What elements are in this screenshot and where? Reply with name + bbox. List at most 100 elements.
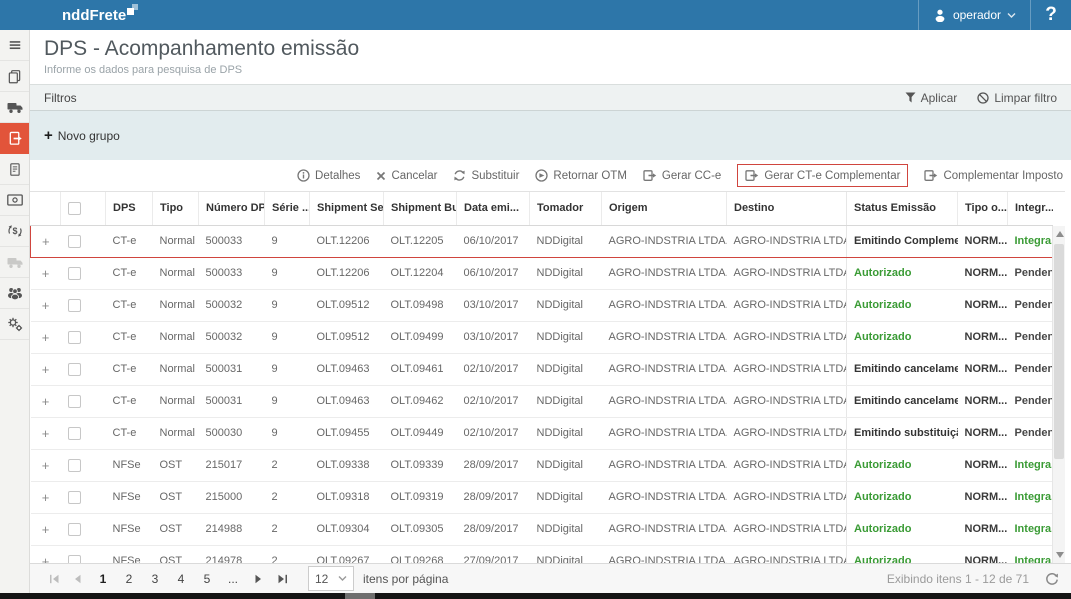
- cell-integr: Penden...: [1008, 417, 1053, 449]
- col-origem[interactable]: Origem: [602, 192, 727, 225]
- cell-integr: Penden...: [1008, 257, 1053, 289]
- col-destino[interactable]: Destino: [727, 192, 847, 225]
- first-page-button[interactable]: [42, 574, 66, 584]
- page-number-2[interactable]: 2: [116, 572, 142, 586]
- sidebar-item-documents[interactable]: [0, 61, 29, 92]
- row-checkbox[interactable]: [68, 555, 81, 564]
- cell-numero: 500033: [199, 225, 265, 257]
- page-number-1[interactable]: 1: [90, 572, 116, 586]
- col-numero-dps[interactable]: Número DPS: [199, 192, 265, 225]
- table-row[interactable]: +CT-eNormal5000329OLT.09512OLT.0949803/1…: [31, 289, 1053, 321]
- row-checkbox[interactable]: [68, 299, 81, 312]
- table-row[interactable]: +CT-eNormal5000339OLT.12206OLT.1220406/1…: [31, 257, 1053, 289]
- col-status-emissao[interactable]: Status Emissão: [847, 192, 958, 225]
- cell-destino: AGRO-INDSTRIA LTDA.: [727, 385, 847, 417]
- col-tipo-o[interactable]: Tipo o...: [958, 192, 1008, 225]
- substitute-button[interactable]: Substituir: [453, 169, 519, 182]
- row-checkbox[interactable]: [68, 523, 81, 536]
- expand-row-button[interactable]: +: [31, 353, 61, 385]
- expand-row-button[interactable]: +: [31, 257, 61, 289]
- page-ellipsis[interactable]: ...: [220, 572, 246, 586]
- sidebar-item-billing[interactable]: [0, 185, 29, 216]
- page-number-4[interactable]: 4: [168, 572, 194, 586]
- sidebar-item-fleet[interactable]: [0, 247, 29, 278]
- cell-tipo_o: NORM...: [958, 545, 1008, 563]
- expand-row-button[interactable]: +: [31, 513, 61, 545]
- complementar-imposto-button[interactable]: Complementar Imposto: [924, 169, 1063, 182]
- col-integr[interactable]: Integr...: [1008, 192, 1053, 225]
- row-checkbox[interactable]: [68, 235, 81, 248]
- page-number-5[interactable]: 5: [194, 572, 220, 586]
- help-button[interactable]: ?: [1031, 0, 1071, 30]
- cell-origem: AGRO-INDSTRIA LTDA.: [602, 449, 727, 481]
- col-tomador[interactable]: Tomador: [530, 192, 602, 225]
- new-group-button[interactable]: + Novo grupo: [44, 128, 120, 143]
- cell-serie: 9: [265, 321, 310, 353]
- sidebar-item-settings[interactable]: [0, 309, 29, 340]
- expand-row-button[interactable]: +: [31, 449, 61, 481]
- col-tipo[interactable]: Tipo: [153, 192, 199, 225]
- row-checkbox[interactable]: [68, 267, 81, 280]
- table-row[interactable]: +CT-eNormal5000339OLT.12206OLT.1220506/1…: [31, 225, 1053, 257]
- row-checkbox[interactable]: [68, 395, 81, 408]
- col-checkbox: [61, 192, 106, 225]
- table-row[interactable]: +CT-eNormal5000319OLT.09463OLT.0946102/1…: [31, 353, 1053, 385]
- sidebar-item-menu[interactable]: [0, 30, 29, 61]
- generate-cte-complementar-button[interactable]: Gerar CT-e Complementar: [737, 164, 908, 187]
- col-dps[interactable]: DPS: [106, 192, 153, 225]
- refresh-button[interactable]: [1045, 572, 1059, 586]
- vertical-scrollbar[interactable]: [1052, 226, 1065, 563]
- row-checkbox[interactable]: [68, 491, 81, 504]
- cell-buy: OLT.12205: [384, 225, 457, 257]
- row-checkbox[interactable]: [68, 363, 81, 376]
- page-number-3[interactable]: 3: [142, 572, 168, 586]
- col-data-emissao[interactable]: Data emi...: [457, 192, 530, 225]
- apply-filter-button[interactable]: Aplicar: [905, 91, 958, 105]
- row-checkbox[interactable]: [68, 331, 81, 344]
- sidebar-item-truck[interactable]: [0, 92, 29, 123]
- col-serie[interactable]: Série ...: [265, 192, 310, 225]
- table-row[interactable]: +NFSeOST2149882OLT.09304OLT.0930528/09/2…: [31, 513, 1053, 545]
- swap-arrows-icon: [453, 169, 466, 182]
- cell-sell: OLT.09463: [310, 353, 384, 385]
- expand-row-button[interactable]: +: [31, 385, 61, 417]
- sidebar-item-users[interactable]: [0, 278, 29, 309]
- select-all-checkbox[interactable]: [68, 202, 81, 215]
- row-checkbox[interactable]: [68, 427, 81, 440]
- row-checkbox[interactable]: [68, 459, 81, 472]
- expand-row-button[interactable]: +: [31, 225, 61, 257]
- user-menu[interactable]: operador: [918, 0, 1031, 30]
- table-row[interactable]: +CT-eNormal5000329OLT.09512OLT.0949903/1…: [31, 321, 1053, 353]
- table-row[interactable]: +CT-eNormal5000319OLT.09463OLT.0946202/1…: [31, 385, 1053, 417]
- cell-checkbox: [61, 225, 106, 257]
- clear-filter-button[interactable]: Limpar filtro: [977, 91, 1057, 105]
- details-button[interactable]: Detalhes: [297, 169, 360, 182]
- scroll-up-icon[interactable]: [1056, 231, 1064, 237]
- expand-row-button[interactable]: +: [31, 321, 61, 353]
- generate-cce-button[interactable]: Gerar CC-e: [643, 169, 721, 182]
- cancel-button[interactable]: Cancelar: [376, 170, 437, 182]
- return-otm-button[interactable]: Retornar OTM: [535, 169, 627, 182]
- page-size-select[interactable]: 12: [308, 566, 354, 591]
- scrollbar-thumb[interactable]: [1054, 244, 1064, 459]
- expand-row-button[interactable]: +: [31, 417, 61, 449]
- next-page-button[interactable]: [246, 574, 270, 584]
- cell-numero: 500031: [199, 353, 265, 385]
- scroll-down-icon[interactable]: [1056, 552, 1064, 558]
- expand-row-button[interactable]: +: [31, 545, 61, 563]
- table-row[interactable]: +NFSeOST2150172OLT.09338OLT.0933928/09/2…: [31, 449, 1053, 481]
- new-group-label: Novo grupo: [58, 129, 120, 143]
- last-page-button[interactable]: [270, 574, 294, 584]
- table-row[interactable]: +NFSeOST2150002OLT.09318OLT.0931928/09/2…: [31, 481, 1053, 513]
- sidebar-item-document[interactable]: [0, 154, 29, 185]
- expand-row-button[interactable]: +: [31, 481, 61, 513]
- expand-row-button[interactable]: +: [31, 289, 61, 321]
- prev-page-button[interactable]: [66, 574, 90, 584]
- col-shipment-buy[interactable]: Shipment Buy: [384, 192, 457, 225]
- sidebar-item-dps-emission[interactable]: [0, 123, 29, 154]
- cell-buy: OLT.09305: [384, 513, 457, 545]
- col-shipment-sell[interactable]: Shipment Sell: [310, 192, 384, 225]
- sidebar-item-financial[interactable]: $: [0, 216, 29, 247]
- table-row[interactable]: +NFSeOST2149782OLT.09267OLT.0926827/09/2…: [31, 545, 1053, 563]
- table-row[interactable]: +CT-eNormal5000309OLT.09455OLT.0944902/1…: [31, 417, 1053, 449]
